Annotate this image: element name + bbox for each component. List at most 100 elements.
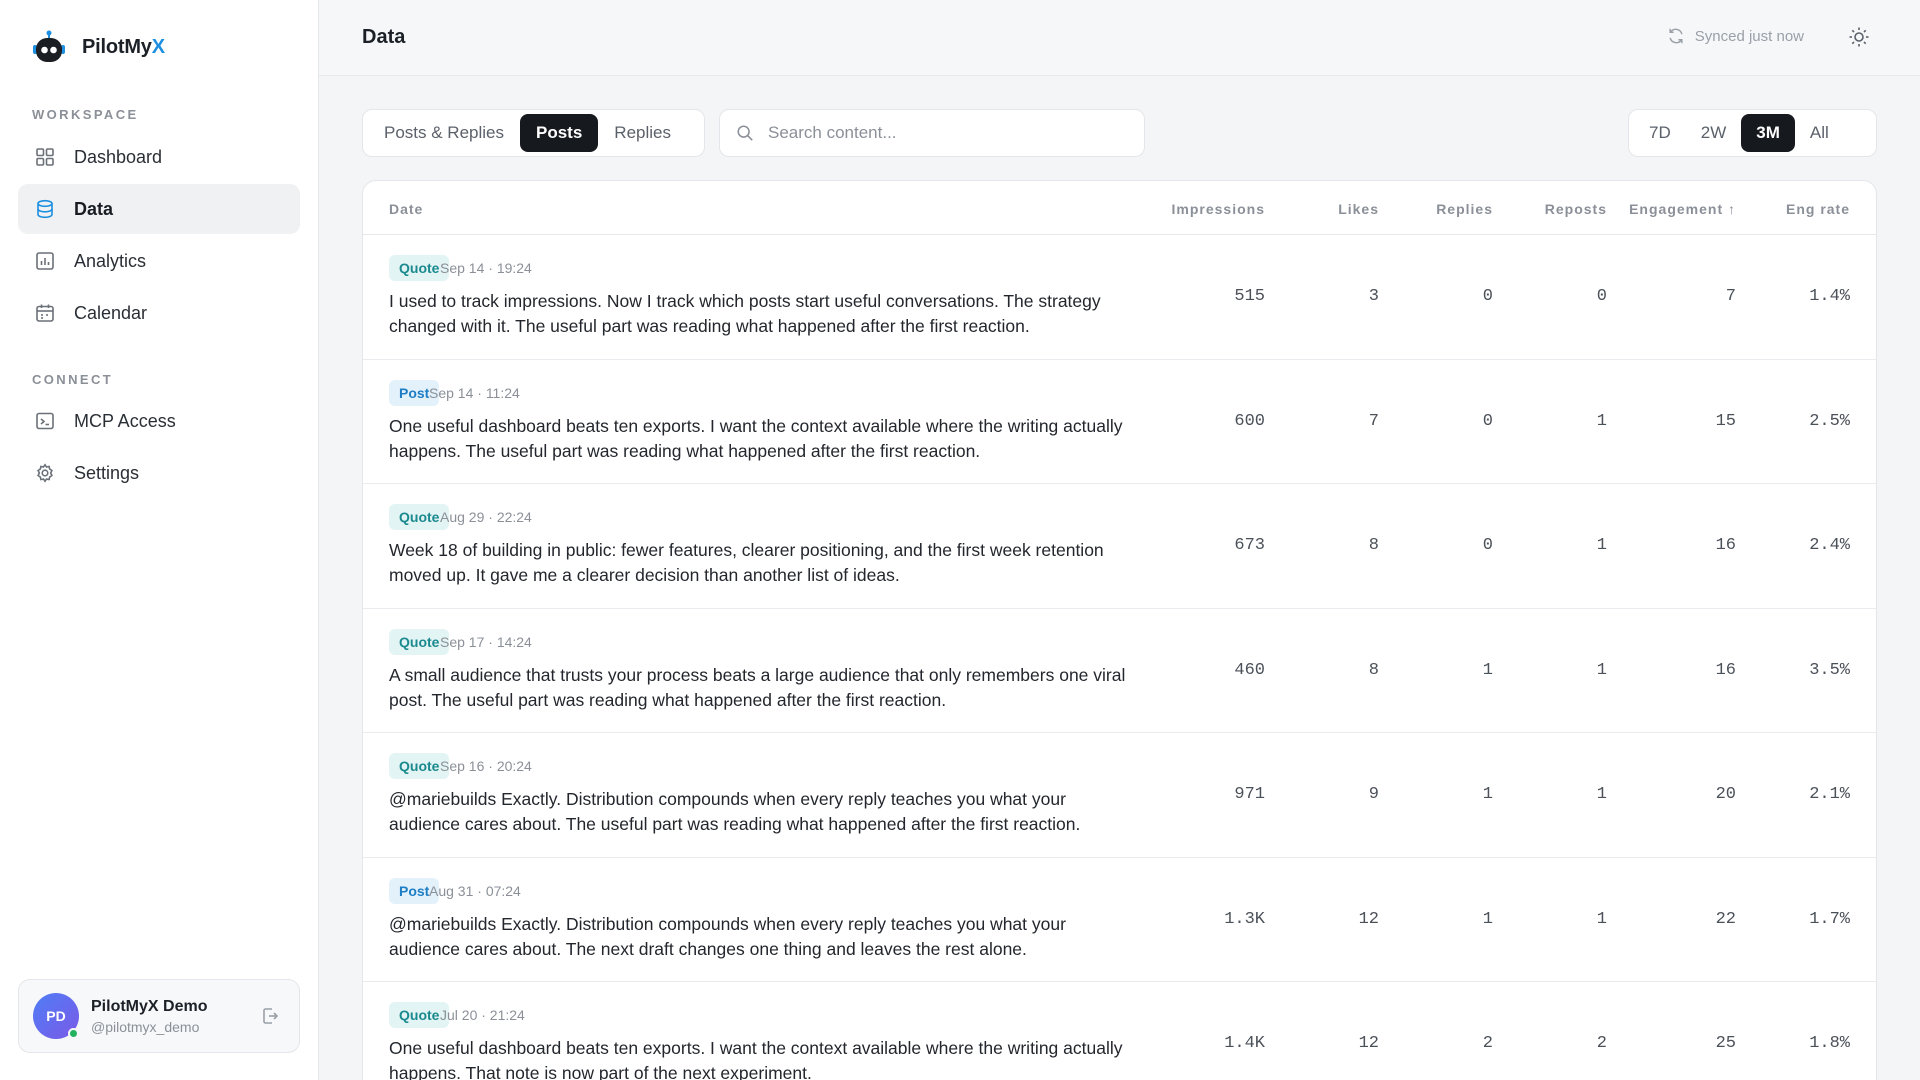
- reposts-cell: 1: [1596, 909, 1607, 929]
- terminal-icon: [34, 410, 56, 432]
- post-text: One useful dashboard beats ten exports. …: [389, 415, 1123, 461]
- likes-cell: 8: [1368, 660, 1379, 680]
- replies-cell: 1: [1482, 785, 1493, 804]
- tab-posts-and-replies[interactable]: Posts & Replies: [368, 114, 520, 152]
- impressions-cell: 515: [1234, 287, 1265, 306]
- likes-cell: 9: [1368, 785, 1379, 804]
- range-2w[interactable]: 2W: [1686, 114, 1742, 152]
- user-handle: @pilotmyx_demo: [91, 1018, 200, 1035]
- engagement-cell: 16: [1715, 536, 1736, 555]
- search-input[interactable]: [768, 123, 1128, 143]
- sync-status-label: Synced just now: [1694, 27, 1804, 45]
- connect-section-label: CONNECT: [32, 372, 114, 387]
- reposts-cell: 1: [1596, 660, 1607, 680]
- column-header-likes[interactable]: Likes: [1338, 201, 1379, 217]
- likes-cell: 8: [1368, 536, 1379, 555]
- replies-cell: 1: [1482, 909, 1493, 929]
- table-row[interactable]: Quote Aug 29 · 22:24 Week 18 of building i…: [363, 484, 1876, 609]
- tab-posts[interactable]: Posts: [520, 114, 599, 152]
- eng-rate-cell: 2.1%: [1809, 785, 1850, 804]
- table-row[interactable]: Post Sep 14 · 11:24 One useful dashboard b…: [363, 360, 1876, 484]
- sidebar-item-label: Data: [74, 198, 114, 219]
- main-content: Data Synced just now Posts & Replies Pos…: [319, 0, 1920, 1080]
- table-body: Quote Sep 14 · 19:24 I used to track impre…: [363, 235, 1876, 1080]
- search-box: [719, 109, 1145, 157]
- sidebar-item-settings[interactable]: Settings: [18, 448, 300, 498]
- reposts-cell: 1: [1596, 785, 1607, 804]
- sort-ascending-icon: ↑: [1728, 201, 1736, 217]
- post-text: Week 18 of building in public: fewer fea…: [389, 540, 1104, 585]
- table-header: Date Impressions Likes Replies Reposts E…: [363, 181, 1876, 235]
- eng-rate-cell: 2.5%: [1809, 411, 1850, 431]
- workspace-section-label: WORKSPACE: [32, 107, 139, 122]
- calendar-icon: [34, 302, 56, 324]
- replies-cell: 1: [1482, 660, 1493, 680]
- sidebar-item-analytics[interactable]: Analytics: [18, 236, 300, 286]
- post-date: Sep 14 · 19:24: [440, 260, 532, 276]
- sidebar-item-dashboard[interactable]: Dashboard: [18, 132, 300, 182]
- online-status-dot: [68, 1028, 79, 1039]
- user-name: PilotMyX Demo: [91, 997, 208, 1015]
- search-icon: [737, 125, 753, 141]
- brand[interactable]: PilotMyX: [32, 28, 165, 66]
- reposts-cell: 1: [1596, 411, 1607, 431]
- column-header-date[interactable]: Date: [389, 201, 423, 217]
- filter-toolbar: Posts & Replies Posts Replies 7D 2W 3M A…: [362, 109, 1877, 157]
- reposts-cell: 2: [1596, 1034, 1607, 1053]
- sidebar-item-mcp-access[interactable]: MCP Access: [18, 396, 300, 446]
- post-date: Sep 17 · 14:24: [440, 633, 532, 650]
- impressions-cell: 1.3K: [1224, 909, 1265, 929]
- post-text: A small audience that trusts your proces…: [389, 664, 1126, 710]
- range-3m[interactable]: 3M: [1741, 114, 1795, 152]
- bar-chart-icon: [34, 250, 56, 272]
- app-root: PilotMyX WORKSPACE Dashboard Data Analyt…: [0, 0, 1920, 1080]
- post-date: Jul 20 · 21:24: [440, 1007, 525, 1023]
- range-7d[interactable]: 7D: [1634, 114, 1686, 152]
- post-date: Aug 29 · 22:24: [440, 509, 532, 525]
- table-row[interactable]: Post Aug 31 · 07:24 @mariebuilds Exactly. …: [363, 858, 1876, 982]
- sun-icon[interactable]: [1848, 26, 1870, 48]
- sidebar-item-label: Calendar: [74, 302, 148, 323]
- post-date: Aug 31 · 07:24: [429, 882, 521, 899]
- sidebar-item-data[interactable]: Data: [18, 184, 300, 234]
- eng-rate-cell: 1.8%: [1809, 1034, 1850, 1053]
- post-date: Sep 14 · 11:24: [429, 384, 520, 401]
- replies-cell: 0: [1482, 287, 1493, 306]
- post-text: @mariebuilds Exactly. Distribution compo…: [389, 789, 1081, 834]
- post-text: @mariebuilds Exactly. Distribution compo…: [389, 913, 1066, 959]
- eng-rate-cell: 1.4%: [1809, 287, 1850, 306]
- impressions-cell: 460: [1234, 660, 1265, 680]
- sidebar-item-label: Analytics: [74, 250, 147, 271]
- range-all[interactable]: All: [1795, 114, 1844, 152]
- sidebar-item-label: Settings: [74, 462, 140, 483]
- impressions-cell: 1.4K: [1224, 1034, 1265, 1053]
- engagement-cell: 15: [1715, 411, 1736, 431]
- table-row[interactable]: Quote Jul 20 · 21:24 One useful dashboard …: [363, 982, 1876, 1080]
- column-header-impressions[interactable]: Impressions: [1172, 201, 1265, 217]
- table-row[interactable]: Quote Sep 14 · 19:24 I used to track impre…: [363, 235, 1876, 360]
- sidebar-item-calendar[interactable]: Calendar: [18, 288, 300, 338]
- table-row[interactable]: Quote Sep 16 · 20:24 @mariebuilds Exactly.…: [363, 733, 1876, 858]
- robot-logo-icon: [32, 30, 66, 64]
- brand-name: PilotMyX: [82, 35, 165, 58]
- eng-rate-cell: 1.7%: [1809, 909, 1850, 929]
- refresh-icon: [1669, 28, 1683, 44]
- sync-status[interactable]: Synced just now: [1667, 27, 1804, 45]
- table-row[interactable]: Quote Sep 17 · 14:24 A small audience that…: [363, 609, 1876, 733]
- engagement-cell: 22: [1715, 909, 1736, 929]
- post-text: One useful dashboard beats ten exports. …: [389, 1038, 1123, 1080]
- replies-cell: 0: [1482, 536, 1493, 555]
- logout-icon[interactable]: [261, 1006, 281, 1026]
- column-header-engagement[interactable]: Engagement ↑: [1629, 201, 1736, 217]
- column-header-eng-rate[interactable]: Eng rate: [1786, 201, 1850, 217]
- user-card[interactable]: PD PilotMyX Demo @pilotmyx_demo: [18, 979, 300, 1053]
- column-header-reposts[interactable]: Reposts: [1545, 201, 1607, 217]
- eng-rate-cell: 3.5%: [1809, 660, 1850, 680]
- engagement-cell: 7: [1725, 287, 1736, 306]
- tab-replies[interactable]: Replies: [598, 114, 687, 152]
- user-info: PilotMyX Demo @pilotmyx_demo: [91, 998, 207, 1035]
- engagement-cell: 25: [1715, 1034, 1736, 1053]
- post-date: Sep 16 · 20:24: [440, 758, 532, 774]
- page-title: Data: [362, 26, 406, 48]
- column-header-replies[interactable]: Replies: [1436, 201, 1493, 217]
